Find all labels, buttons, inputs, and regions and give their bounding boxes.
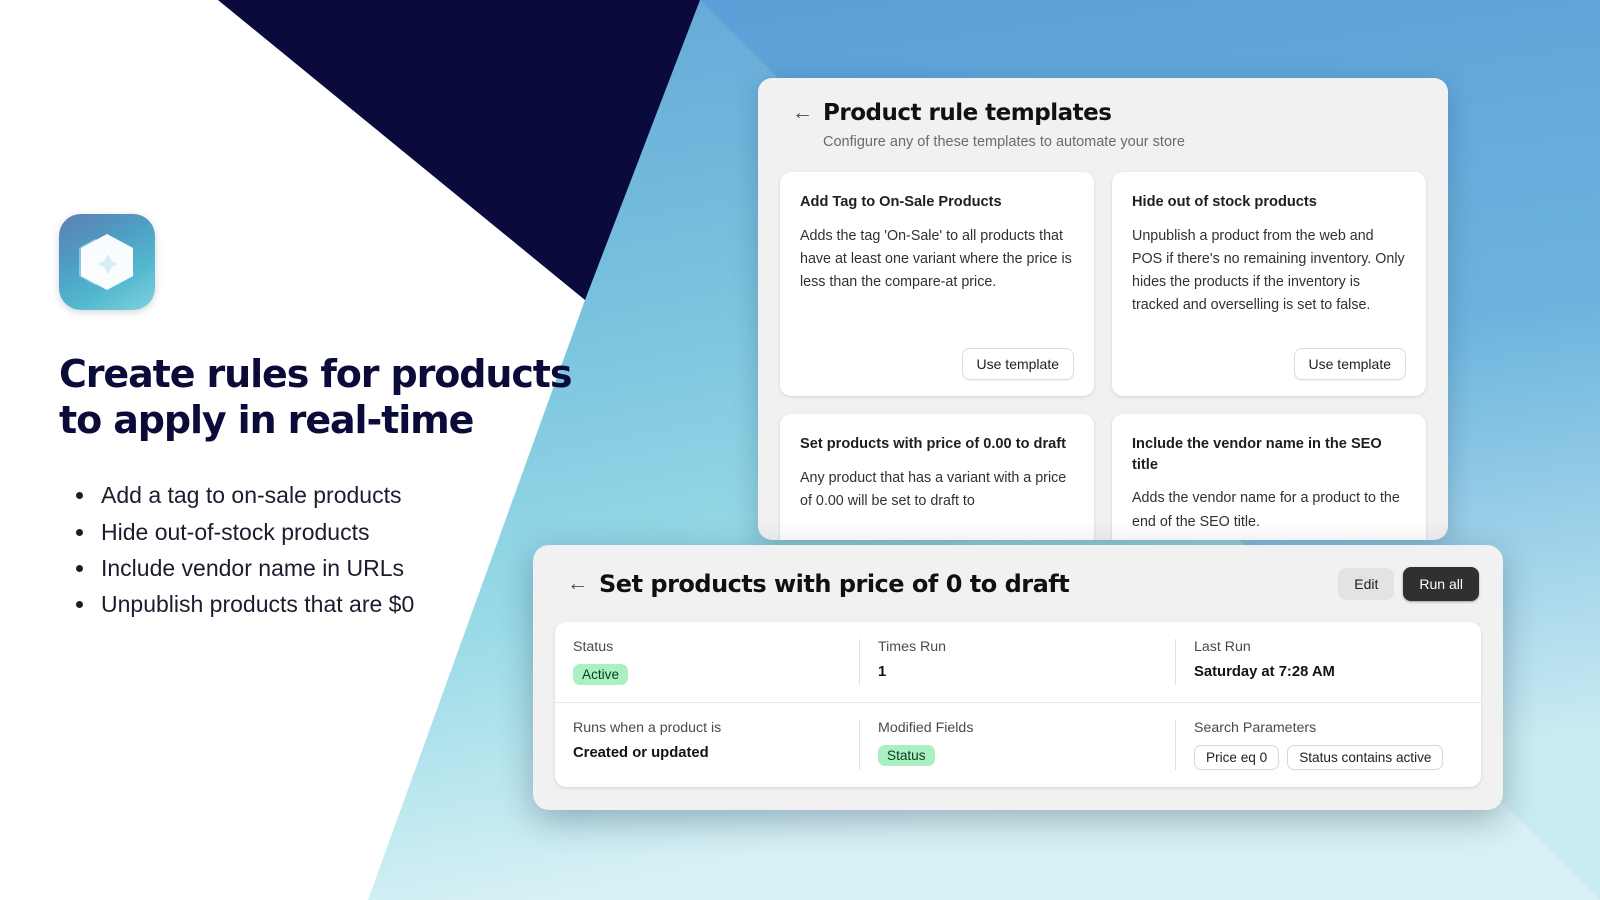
trigger-cell: Runs when a product is Created or update… <box>555 720 859 770</box>
use-template-button[interactable]: Use template <box>961 348 1074 380</box>
search-parameters-cell: Search Parameters Price eq 0 Status cont… <box>1175 720 1481 770</box>
search-parameter-chips: Price eq 0 Status contains active <box>1194 745 1463 770</box>
rule-detail-table: Status Active Times Run 1 Last Run Satur… <box>555 622 1481 787</box>
modified-field-badge: Status <box>878 745 935 766</box>
template-card-grid: Add Tag to On-Sale Products Adds the tag… <box>758 172 1448 540</box>
modified-fields-cell: Modified Fields Status <box>859 720 1175 770</box>
product-rule-templates-panel: ← Product rule templates Configure any o… <box>758 78 1448 540</box>
page-title: Create rules for products to apply in re… <box>59 352 572 442</box>
app-icon <box>59 214 155 310</box>
template-card[interactable]: Include the vendor name in the SEO title… <box>1112 414 1426 540</box>
list-item: Hide out-of-stock products <box>97 514 619 550</box>
times-run-label: Times Run <box>878 639 947 655</box>
hexagon-sparkle-icon <box>79 234 133 290</box>
times-run-cell: Times Run 1 <box>859 639 1175 685</box>
status-cell: Status Active <box>555 639 859 685</box>
back-arrow-icon[interactable]: ← <box>792 102 813 123</box>
template-description: Adds the tag 'On-Sale' to all products t… <box>800 227 1072 291</box>
rule-actions: Edit Run all <box>1338 567 1479 601</box>
templates-panel-subtitle: Configure any of these templates to auto… <box>823 134 1185 150</box>
table-row: Status Active Times Run 1 Last Run Satur… <box>555 622 1481 702</box>
last-run-value: Saturday at 7:28 AM <box>1194 664 1335 680</box>
status-label: Status <box>573 639 614 655</box>
rule-title: Set products with price of 0 to draft <box>599 570 1070 598</box>
template-name: Hide out of stock products <box>1132 194 1317 210</box>
template-card[interactable]: Hide out of stock products Unpublish a p… <box>1112 172 1426 396</box>
list-item: Add a tag to on-sale products <box>97 477 619 513</box>
template-name: Include the vendor name in the SEO title <box>1132 436 1382 473</box>
search-chip: Status contains active <box>1287 745 1444 770</box>
template-name: Add Tag to On-Sale Products <box>800 194 1002 210</box>
rule-detail-panel: ← Set products with price of 0 to draft … <box>533 545 1503 810</box>
times-run-value: 1 <box>878 664 887 680</box>
table-row: Runs when a product is Created or update… <box>555 702 1481 787</box>
last-run-label: Last Run <box>1194 639 1251 655</box>
template-card[interactable]: Set products with price of 0.00 to draft… <box>780 414 1094 540</box>
template-description: Adds the vendor name for a product to th… <box>1132 490 1400 530</box>
use-template-button[interactable]: Use template <box>1293 348 1406 380</box>
template-name: Set products with price of 0.00 to draft <box>800 436 1066 452</box>
template-card[interactable]: Add Tag to On-Sale Products Adds the tag… <box>780 172 1094 396</box>
search-chip: Price eq 0 <box>1194 745 1280 770</box>
back-arrow-icon[interactable]: ← <box>567 573 588 594</box>
trigger-value: Created or updated <box>573 745 709 761</box>
run-all-button[interactable]: Run all <box>1403 567 1479 601</box>
templates-panel-header: ← Product rule templates Configure any o… <box>758 78 1448 150</box>
template-description: Unpublish a product from the web and POS… <box>1132 227 1405 314</box>
rule-detail-header: ← Set products with price of 0 to draft … <box>533 545 1503 601</box>
edit-button[interactable]: Edit <box>1338 568 1395 600</box>
templates-panel-title: Product rule templates <box>823 100 1112 126</box>
last-run-cell: Last Run Saturday at 7:28 AM <box>1175 639 1481 685</box>
search-parameters-label: Search Parameters <box>1194 720 1317 736</box>
template-description: Any product that has a variant with a pr… <box>800 469 1067 509</box>
modified-fields-label: Modified Fields <box>878 720 974 736</box>
status-badge: Active <box>573 664 629 685</box>
trigger-label: Runs when a product is <box>573 720 722 736</box>
